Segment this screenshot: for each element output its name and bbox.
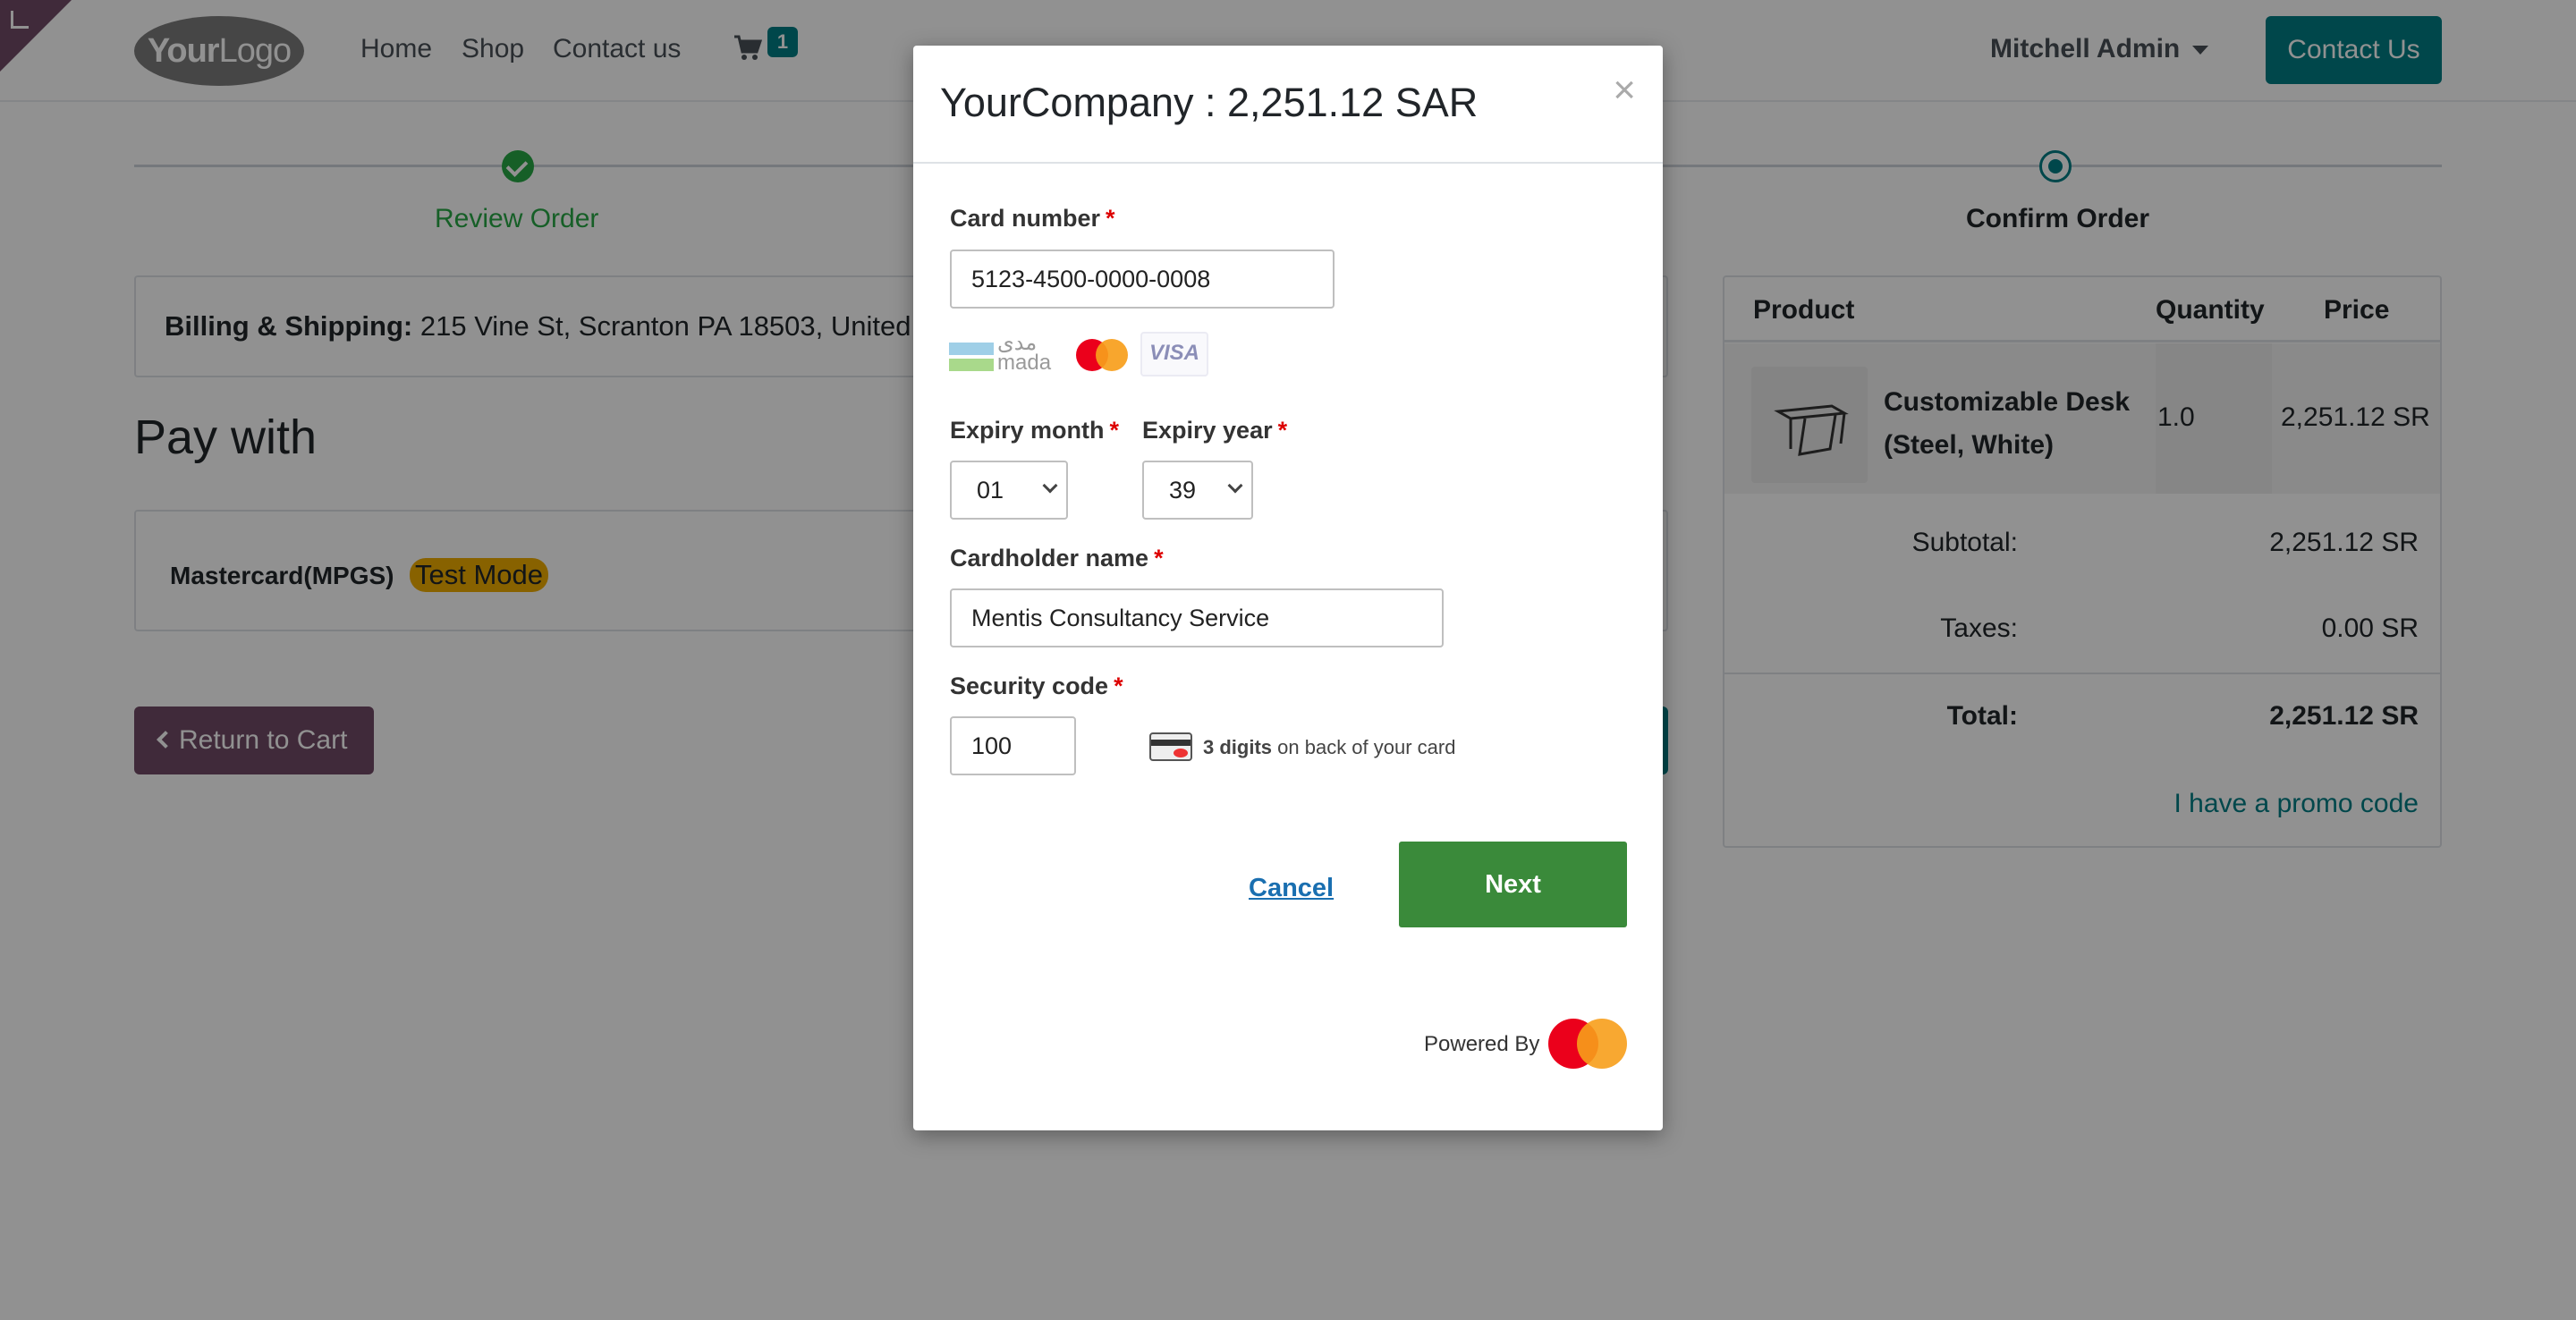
chevron-down-icon [1042,478,1058,494]
close-icon[interactable]: × [1613,71,1636,110]
payment-modal: YourCompany : 2,251.12 SAR × Card number… [913,46,1663,1130]
chevron-down-icon [1227,478,1243,494]
visa-icon: VISA [1140,332,1208,377]
card-back-icon [1149,732,1192,761]
cardholder-name-label: Cardholder name * [950,545,1164,571]
mada-icon: مدى mada [949,333,1060,375]
mastercard-icon [1548,1019,1627,1069]
expiry-month-label: Expiry month * [950,417,1120,444]
security-code-input[interactable]: 100 [950,716,1076,775]
expiry-year-select[interactable]: 39 [1142,461,1253,520]
cvv-hint: 3 digits on back of your card [1203,736,1456,758]
divider [913,162,1663,164]
security-code-row: 100 3 digits on back of your card [950,716,1648,779]
security-code-label: Security code * [950,673,1123,699]
modal-title: YourCompany : 2,251.12 SAR [940,80,1479,125]
next-button[interactable]: Next [1399,842,1627,927]
card-number-input[interactable]: 5123-4500-0000-0008 [950,250,1335,309]
powered-by-label: Powered By [1424,1032,1540,1056]
expiry-year-label: Expiry year * [1142,417,1288,444]
mastercard-icon [1071,337,1128,373]
expiry-month-select[interactable]: 01 [950,461,1068,520]
card-number-label: Card number * [950,205,1115,232]
cancel-button[interactable]: Cancel [1249,874,1334,903]
cardholder-name-input[interactable]: Mentis Consultancy Service [950,588,1444,647]
